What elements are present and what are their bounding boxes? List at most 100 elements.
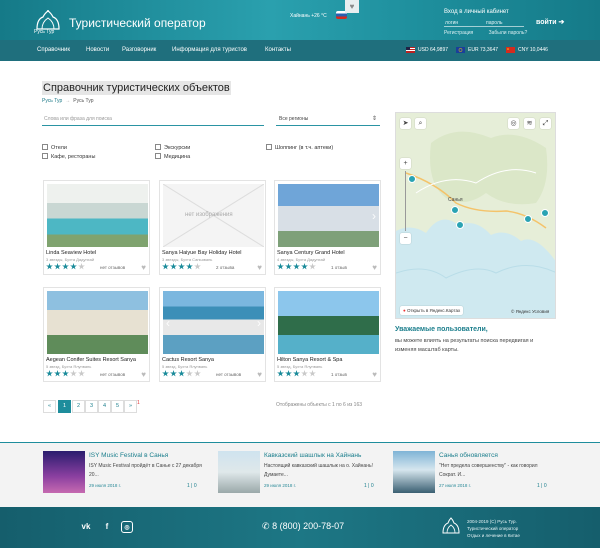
zoom-in-button[interactable]: + (400, 158, 411, 169)
next-photo-icon[interactable]: › (257, 316, 261, 330)
region-select[interactable]: Все регионы ⇕ (276, 112, 380, 126)
map-marker[interactable] (524, 215, 532, 223)
hotel-card[interactable]: › ‹ Cactus Resort Sanya 5 звезд, Бухта Ялун… (159, 287, 266, 382)
news-title-kebab[interactable]: Кавказский шашлык на Хайнань (264, 452, 361, 459)
reviews-count[interactable]: нет отзывов (100, 265, 125, 270)
favorite-heart-icon[interactable]: ♥ (257, 370, 262, 379)
next-photo-icon[interactable]: › (372, 209, 376, 223)
zoom-slider[interactable] (405, 171, 406, 231)
filter-excursions[interactable]: Экскурсии (155, 144, 190, 151)
hotel-name[interactable]: Sanya Century Grand Hotel (277, 250, 345, 256)
hotel-card[interactable]: нет изображения Sanya Haiyue Bay Holiday … (159, 180, 266, 275)
hotel-photo[interactable]: › (278, 184, 379, 247)
filter-hotels[interactable]: Отели (42, 144, 67, 151)
news-date-sanya: 27 июля 2018 г. (439, 483, 471, 488)
star-icon (62, 263, 69, 270)
layers-icon[interactable]: ≋ (524, 118, 535, 129)
news-likes-kebab[interactable]: 1 | 0 (364, 483, 374, 489)
favorite-heart-icon[interactable]: ♥ (257, 263, 262, 272)
register-link[interactable]: Регистрация (444, 30, 473, 36)
hotel-name[interactable]: Hilton Sanya Resort & Spa (277, 357, 342, 363)
instagram-icon[interactable]: ◎ (121, 521, 133, 533)
breadcrumb-link[interactable]: Русь Тур (42, 98, 62, 104)
map-marker[interactable] (408, 175, 416, 183)
hotel-card[interactable]: Aegean Conifer Suites Resort Sanya 5 звез… (43, 287, 150, 382)
page-5[interactable]: 5 (111, 400, 124, 413)
reviews-count[interactable]: нет отзывов (216, 372, 241, 377)
nav-item-directory[interactable]: Справочник (37, 47, 70, 53)
footer-logo-icon[interactable] (440, 517, 462, 539)
zoom-out-button[interactable]: − (400, 233, 411, 244)
hotel-name[interactable]: Linda Seaview Hotel (46, 250, 96, 256)
hotel-card[interactable]: › Sanya Century Grand Hotel 4 звезды, Бухт… (274, 180, 381, 275)
favorite-heart-icon[interactable]: ♥ (372, 263, 377, 272)
login-input[interactable]: логин (445, 20, 458, 26)
page-2[interactable]: 2 (72, 400, 85, 413)
hotel-name[interactable]: Cactus Resort Sanya (162, 357, 214, 363)
star-icon (194, 263, 201, 270)
map-marker[interactable] (541, 209, 549, 217)
hotel-photo[interactable] (47, 184, 148, 247)
page-prev[interactable]: « (43, 400, 56, 413)
page-1[interactable]: 1 (58, 400, 71, 413)
vk-icon[interactable]: vk (80, 521, 92, 533)
filter-medicine[interactable]: Медицина (155, 153, 190, 160)
filter-cafes[interactable]: Кафе, рестораны (42, 153, 95, 160)
news-title-festival[interactable]: ISY Music Festival в Санья (89, 452, 168, 459)
facebook-icon[interactable]: f (101, 521, 113, 533)
hotel-photo[interactable] (47, 291, 148, 354)
star-icon (70, 370, 77, 377)
nav-item-phrasebook[interactable]: Разговорник (122, 47, 156, 53)
reviews-count[interactable]: 1 отзыв (331, 265, 347, 270)
hotel-photo[interactable]: нет изображения (163, 184, 264, 247)
reviews-count[interactable]: 1 отзыв (331, 372, 347, 377)
nav-item-news[interactable]: Новости (86, 47, 109, 53)
favorite-heart-icon[interactable]: ♥ (141, 263, 146, 272)
cabinet-title: Вход в личный кабинет (444, 9, 509, 15)
news-image-sanya[interactable] (393, 451, 435, 493)
locate-icon[interactable]: ➤ (400, 118, 411, 129)
news-likes-sanya[interactable]: 1 | 0 (537, 483, 547, 489)
news-title-sanya[interactable]: Санья обновляется (439, 452, 498, 459)
no-image-label: нет изображения (185, 212, 233, 218)
hotel-card[interactable]: Hilton Sanya Resort & Spa 5 звезд, Бухта … (274, 287, 381, 382)
fullscreen-icon[interactable]: ⤢ (540, 118, 551, 129)
reviews-count[interactable]: нет отзывов (100, 372, 125, 377)
open-in-yandex-maps-link[interactable]: ● Открыть в Яндекс.Картах (400, 306, 464, 315)
forgot-password-link[interactable]: Забыли пароль? (489, 30, 528, 36)
page-3[interactable]: 3 (85, 400, 98, 413)
nav-item-contacts[interactable]: Контакты (265, 47, 291, 53)
favorite-heart-icon[interactable]: ♥ (141, 370, 146, 379)
prev-photo-icon[interactable]: ‹ (166, 316, 170, 330)
map-search-icon[interactable]: ⌕ (415, 118, 426, 129)
nav-item-tourist-info[interactable]: Информация для туристов (172, 47, 247, 53)
password-input[interactable]: пароль (486, 20, 502, 26)
map-marker[interactable] (451, 206, 459, 214)
hotel-card[interactable]: Linda Seaview Hotel 3 звезды, Бухта Дадун… (43, 180, 150, 275)
hotel-name[interactable]: Aegean Conifer Suites Resort Sanya (46, 357, 136, 363)
hotel-location: 5 звезд, Бухта Ялунвань (162, 364, 208, 369)
eur-flag-icon (456, 47, 465, 53)
favorites-heart-icon[interactable]: ♥ (345, 0, 359, 13)
reviews-count[interactable]: 2 отзыва (216, 265, 234, 270)
page-4[interactable]: 4 (98, 400, 111, 413)
hotel-photo[interactable]: › ‹ (163, 291, 264, 354)
news-image-festival[interactable] (43, 451, 85, 493)
news-likes-festival[interactable]: 1 | 0 (187, 483, 197, 489)
search-input[interactable]: Слова или фраза для поиска (42, 112, 264, 126)
news-image-kebab[interactable] (218, 451, 260, 493)
map-provider-label: © Яндекс Условия (511, 309, 550, 314)
page-next[interactable]: » (124, 400, 137, 413)
hotel-photo[interactable] (278, 291, 379, 354)
filter-shopping[interactable]: Шоппинг (в т.ч. аптеки) (266, 144, 333, 151)
favorite-heart-icon[interactable]: ♥ (372, 370, 377, 379)
map-widget[interactable]: ➤ ⌕ ◎ ≋ ⤢ + − Санья ● Открыть в Яндекс.К… (395, 112, 556, 319)
phone-icon: ✆ (262, 521, 270, 531)
hotel-name[interactable]: Sanya Haiyue Bay Holiday Hotel (162, 250, 242, 256)
map-marker[interactable] (456, 221, 464, 229)
star-icon (293, 370, 300, 377)
traffic-icon[interactable]: ◎ (508, 118, 519, 129)
footer-phone[interactable]: ✆ 8 (800) 200-78-07 (262, 521, 344, 532)
login-button[interactable]: войти ➔ (536, 18, 564, 26)
hotel-location: 3 звезды, Бухта Саньявань (162, 257, 213, 262)
